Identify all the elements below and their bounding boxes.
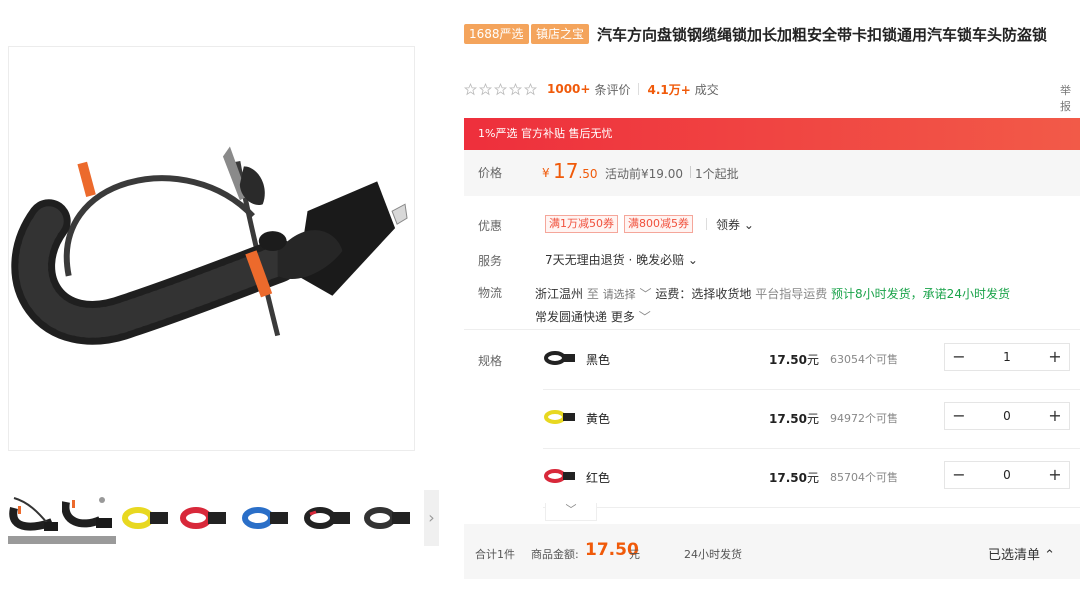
- spec-stock: 94972个可售: [830, 412, 898, 425]
- thumbnail-2[interactable]: [62, 492, 116, 544]
- price-before-activity: 活动前¥19.00: [605, 167, 683, 181]
- decrease-button[interactable]: −: [945, 403, 973, 429]
- price-divider: [690, 166, 691, 178]
- section-divider: [543, 507, 1080, 508]
- amount-unit: 元: [629, 548, 640, 561]
- price-value: 17.50: [553, 159, 598, 183]
- service-label: 服务: [478, 254, 503, 268]
- get-coupon-button[interactable]: 领券 ⌄: [716, 216, 754, 233]
- lock-thumbnail-icon: [544, 351, 575, 365]
- ship-origin: 浙江温州: [535, 287, 584, 301]
- promo-banner: 1%严选 官方补贴 售后无忧: [464, 118, 1080, 150]
- quantity-input[interactable]: 0: [973, 462, 1041, 488]
- thumbnail-strip: ›: [0, 490, 440, 548]
- ship-time: 24小时发货: [684, 548, 742, 561]
- freight-guide: 平台指导运费: [755, 287, 828, 301]
- coupon-label: 优惠: [478, 219, 503, 233]
- thumbnail-next-icon[interactable]: ›: [424, 490, 439, 546]
- spec-name: 黄色: [586, 412, 611, 426]
- thumbnail-6[interactable]: [302, 492, 356, 544]
- sales-count: 4.1万+: [647, 82, 691, 97]
- product-title: 汽车方向盘锁钢缆绳锁加长加粗安全带卡扣锁通用汽车锁车头防盗锁: [597, 26, 1048, 44]
- total-items: 合计1件: [475, 548, 515, 561]
- spec-name: 黑色: [586, 353, 611, 367]
- spec-price-value: 17.50: [769, 471, 807, 485]
- star-icon: [464, 82, 477, 95]
- price-currency: ¥: [542, 166, 550, 180]
- logistics-label: 物流: [478, 286, 503, 300]
- selected-list-button[interactable]: 已选清单 ⌃: [988, 544, 1055, 563]
- spec-price-unit: 元: [806, 353, 819, 367]
- expand-specs-chevron-icon[interactable]: ﹀: [545, 503, 597, 521]
- spec-row-red: 红色 17.50元 85704个可售 − 0 +: [535, 449, 1080, 507]
- spec-stock: 63054个可售: [830, 353, 898, 366]
- lock-thumbnail-icon: [544, 469, 575, 483]
- rating-divider: [638, 83, 640, 95]
- star-icon: [509, 82, 522, 95]
- decrease-button[interactable]: −: [945, 344, 973, 370]
- chevron-down-icon[interactable]: ﹀: [640, 287, 652, 301]
- logistics-info: 浙江温州 至 请选择 ﹀ 运费：选择收货地 平台指导运费 预计8小时发货，承诺2…: [535, 283, 1075, 328]
- thumbnail-5[interactable]: [240, 492, 294, 544]
- cart-summary-bar: 合计1件 商品金额: 17.50 元 24小时发货 已选清单 ⌃: [464, 524, 1080, 579]
- spec-price-value: 17.50: [769, 412, 807, 426]
- spec-row-black: 黑色 17.50元 63054个可售 − 1 +: [535, 331, 1080, 389]
- sales-label: 成交: [694, 82, 719, 97]
- spec-stock: 85704个可售: [830, 471, 898, 484]
- thumbnail-7[interactable]: [362, 492, 416, 544]
- coupon-badge-2[interactable]: 满800减5券: [624, 215, 693, 233]
- coupon-badge-1[interactable]: 满1万减50券: [545, 215, 618, 233]
- spec-name: 红色: [586, 471, 611, 485]
- spec-price: 17.50元: [769, 469, 819, 486]
- minimum-order: 1个起批: [695, 167, 739, 181]
- star-icon: [524, 82, 537, 95]
- spec-price: 17.50元: [769, 351, 819, 368]
- star-icon: [494, 82, 507, 95]
- freight-info[interactable]: 运费：选择收货地: [655, 287, 751, 301]
- price-integer: 17: [553, 159, 579, 183]
- thumbnail-4[interactable]: [178, 492, 232, 544]
- spec-price-unit: 元: [806, 412, 819, 426]
- quantity-stepper: − 1 +: [944, 343, 1070, 371]
- spec-price-value: 17.50: [769, 353, 807, 367]
- destination-select[interactable]: 请选择: [603, 288, 636, 301]
- amount-label: 商品金额:: [531, 548, 579, 561]
- thumbnail-1[interactable]: [8, 492, 62, 544]
- ship-promise: 预计8小时发货，承诺24小时发货: [831, 287, 1010, 301]
- more-couriers-button[interactable]: 更多: [611, 310, 635, 324]
- price-decimal: .50: [578, 167, 598, 181]
- coupon-divider: [706, 218, 707, 230]
- rating-row: 1000+ 条评价 4.1万+ 成交: [464, 80, 719, 98]
- decrease-button[interactable]: −: [945, 462, 973, 488]
- quantity-stepper: − 0 +: [944, 402, 1070, 430]
- increase-button[interactable]: +: [1041, 403, 1069, 429]
- increase-button[interactable]: +: [1041, 344, 1069, 370]
- price-box: 价格 ¥ 17.50 活动前¥19.00 1个起批: [464, 150, 1080, 196]
- chevron-down-icon[interactable]: ﹀: [639, 310, 651, 324]
- thumbnail-3[interactable]: [120, 492, 174, 544]
- reviews-label: 条评价: [594, 82, 631, 97]
- main-product-image[interactable]: [8, 46, 415, 451]
- report-link[interactable]: 举报: [1060, 82, 1080, 114]
- spec-row-yellow: 黄色 17.50元 94972个可售 − 0 +: [535, 390, 1080, 448]
- increase-button[interactable]: +: [1041, 462, 1069, 488]
- quantity-input[interactable]: 0: [973, 403, 1041, 429]
- spec-price: 17.50元: [769, 410, 819, 427]
- price-label: 价格: [478, 166, 503, 180]
- spec-label: 规格: [478, 354, 503, 368]
- courier-info: 常发圆通快递: [535, 310, 608, 324]
- quantity-input[interactable]: 1: [973, 344, 1041, 370]
- spec-price-unit: 元: [806, 471, 819, 485]
- ship-to-label: 至: [586, 287, 599, 301]
- quantity-stepper: − 0 +: [944, 461, 1070, 489]
- star-icon: [479, 82, 492, 95]
- reviews-count[interactable]: 1000+: [547, 82, 590, 96]
- service-dropdown[interactable]: 7天无理由退货 · 晚发必赔 ⌄: [545, 251, 698, 268]
- section-divider: [464, 329, 1080, 330]
- lock-thumbnail-icon: [544, 410, 575, 424]
